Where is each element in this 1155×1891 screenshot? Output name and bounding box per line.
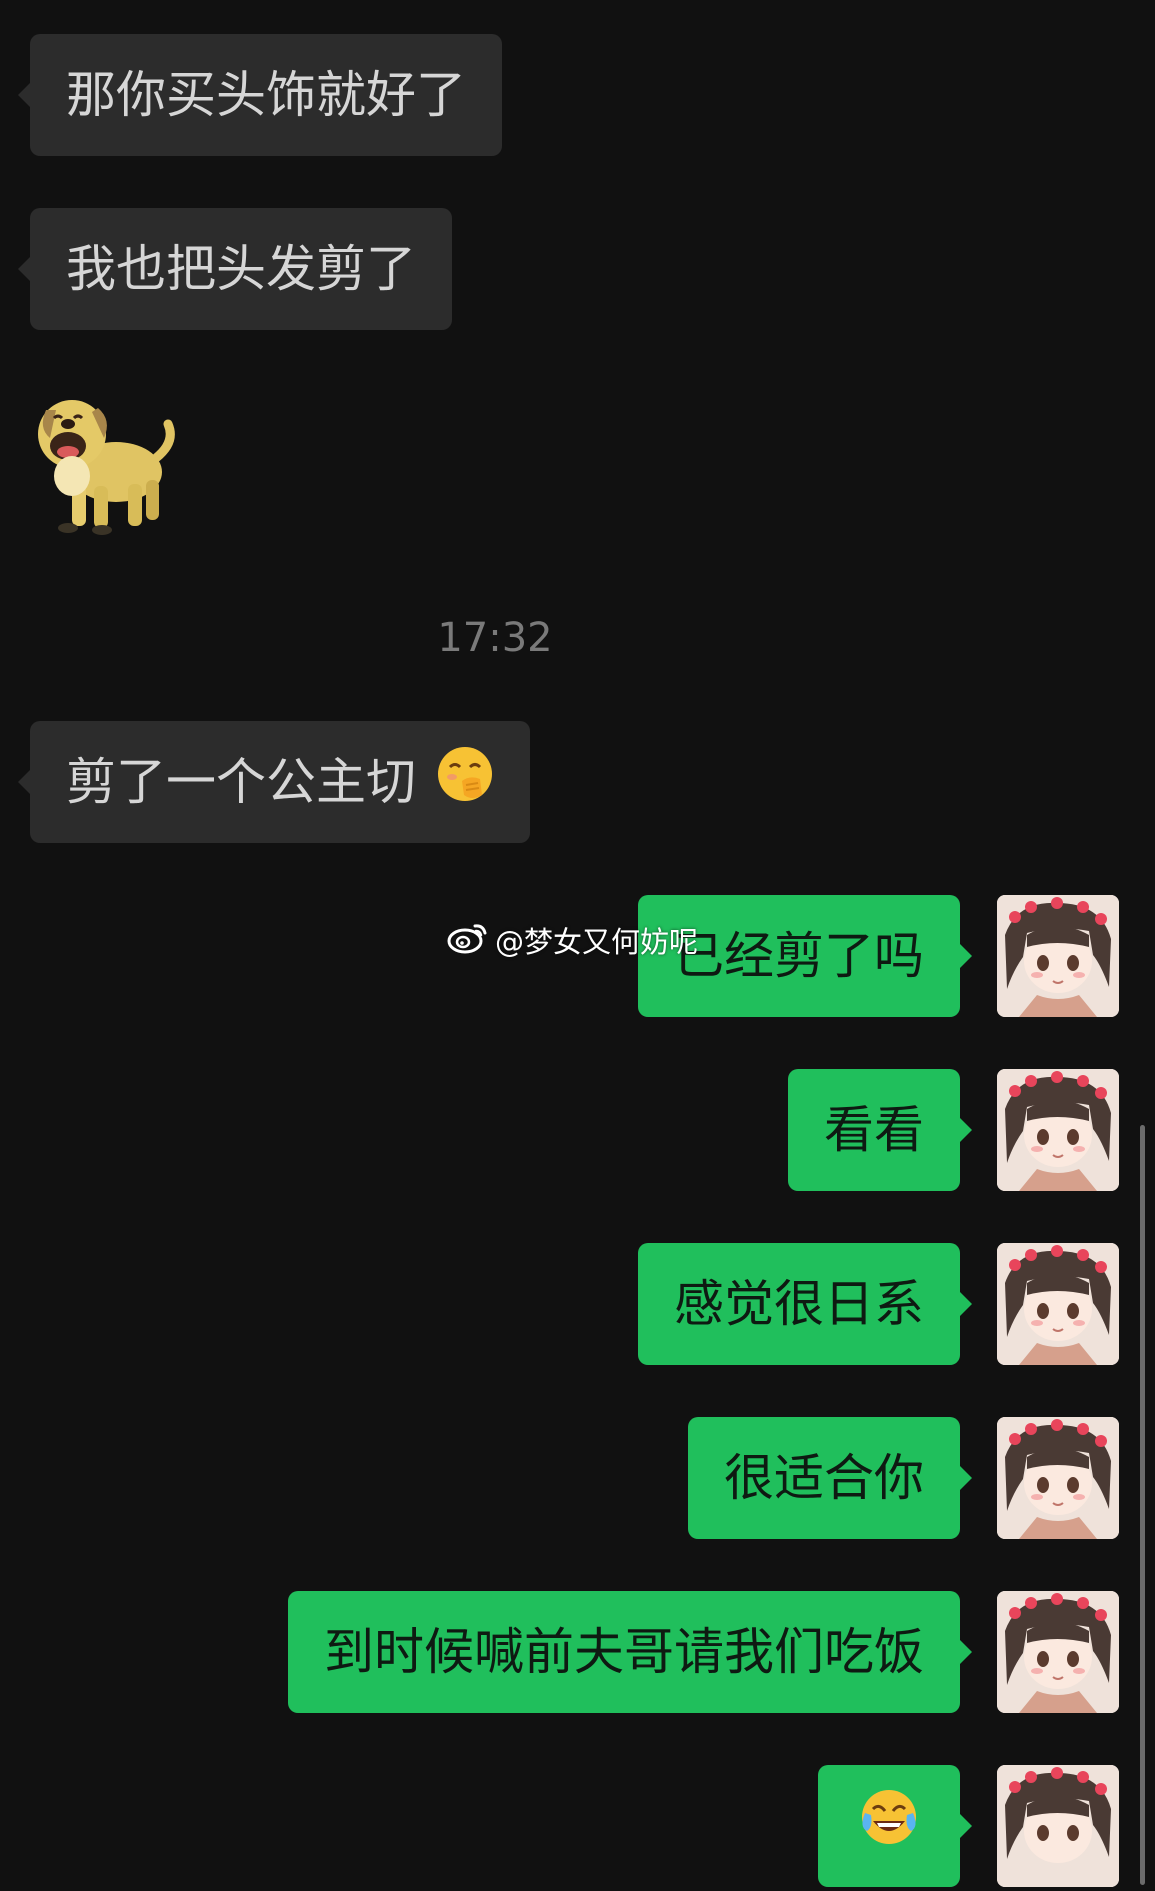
outgoing-message[interactable]: 感觉很日系 <box>638 1243 972 1365</box>
incoming-message[interactable]: 那你买头饰就好了 <box>18 34 502 156</box>
outgoing-message[interactable]: 看看 <box>788 1069 972 1191</box>
message-text: 到时候喊前夫哥请我们吃饭 <box>324 1623 924 1681</box>
avatar[interactable] <box>997 895 1119 1017</box>
incoming-message[interactable]: 剪了一个公主切 <box>18 721 530 843</box>
laughing-dog-sticker[interactable] <box>28 380 178 540</box>
avatar[interactable] <box>997 1417 1119 1539</box>
outgoing-message[interactable]: 很适合你 <box>688 1417 972 1539</box>
watermark-text: @梦女又何妨呢 <box>495 925 699 959</box>
message-text: 感觉很日系 <box>674 1275 924 1333</box>
avatar[interactable] <box>997 1765 1119 1887</box>
timestamp: 17:32 <box>437 615 553 661</box>
outgoing-message[interactable] <box>818 1765 972 1887</box>
message-text: 那你买头饰就好了 <box>66 66 466 124</box>
message-text: 我也把头发剪了 <box>66 240 416 298</box>
avatar[interactable] <box>997 1243 1119 1365</box>
tears-of-joy-emoji <box>859 1769 919 1891</box>
scrollbar[interactable] <box>1140 1125 1145 1885</box>
weibo-icon <box>447 920 489 961</box>
message-text: 剪了一个公主切 <box>66 753 416 811</box>
message-text: 已经剪了吗 <box>674 927 924 985</box>
message-text: 很适合你 <box>724 1449 924 1507</box>
hand-over-mouth-emoji <box>436 725 494 847</box>
avatar[interactable] <box>997 1591 1119 1713</box>
avatar[interactable] <box>997 1069 1119 1191</box>
message-text: 看看 <box>824 1101 924 1159</box>
outgoing-message[interactable]: 到时候喊前夫哥请我们吃饭 <box>288 1591 972 1713</box>
incoming-message[interactable]: 我也把头发剪了 <box>18 208 452 330</box>
watermark: @梦女又何妨呢 <box>447 920 698 960</box>
